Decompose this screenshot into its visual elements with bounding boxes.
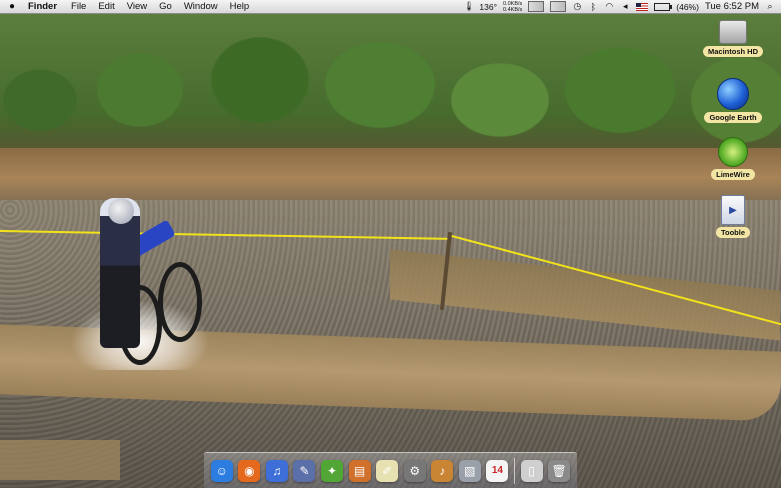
desktop-wallpaper — [0, 0, 781, 488]
network-graph-icon[interactable] — [528, 1, 545, 12]
desktop-icon-label: Macintosh HD — [702, 46, 763, 57]
dock-xcode-icon[interactable]: ✎ — [293, 459, 316, 482]
menu-go[interactable]: Go — [153, 1, 178, 12]
apple-menu-icon[interactable]: ● — [0, 1, 24, 12]
volume-icon[interactable]: ◂ — [620, 1, 630, 12]
cpu-graph-icon[interactable] — [550, 1, 567, 12]
menu-help[interactable]: Help — [224, 1, 256, 12]
wallpaper-water — [0, 440, 120, 480]
dock-ical-icon[interactable]: 14 — [486, 459, 509, 482]
desktop-icon-label: Google Earth — [704, 112, 762, 123]
thermometer-icon[interactable]: 🌡 — [463, 1, 474, 12]
menu-file[interactable]: File — [65, 1, 92, 12]
network-speed[interactable]: 0.0KB/s 0.4KB/s — [503, 1, 522, 13]
wallpaper-wheel-front — [158, 262, 202, 342]
bluetooth-icon[interactable]: ᛒ — [588, 2, 598, 12]
dock-separator — [513, 457, 515, 484]
dock-trash-icon[interactable]: 🗑 — [548, 459, 571, 482]
input-source-flag-icon[interactable] — [636, 2, 649, 11]
limewire-icon — [718, 137, 748, 167]
desktop-icon-label: Tooble — [715, 227, 751, 238]
desktop-icon-macintosh-hd[interactable]: Macintosh HD — [697, 20, 769, 57]
google-earth-icon — [717, 78, 749, 110]
tooble-icon: ▶ — [721, 195, 745, 225]
dock-presentation-icon[interactable]: ▤ — [348, 459, 371, 482]
menu-app-name[interactable]: Finder — [24, 1, 65, 12]
desktop-icon-label: LimeWire — [711, 169, 755, 180]
desktop-icon-limewire[interactable]: LimeWire — [697, 137, 769, 180]
status-area: 🌡 136° 0.0KB/s 0.4KB/s ◷ ᛒ ◠ ◂ (46%) Tue… — [463, 0, 775, 13]
menu-edit[interactable]: Edit — [92, 1, 120, 12]
desktop-icon-tooble[interactable]: ▶ Tooble — [697, 195, 769, 238]
menu-view[interactable]: View — [121, 1, 153, 12]
temperature-readout[interactable]: 136° — [479, 2, 497, 12]
clock[interactable]: Tue 6:52 PM — [705, 1, 759, 12]
desktop-icon-google-earth[interactable]: Google Earth — [697, 78, 769, 123]
dock-preview-icon[interactable]: ▧ — [458, 459, 481, 482]
hard-drive-icon — [719, 20, 747, 44]
dock-text-editor-icon[interactable]: ✐ — [376, 459, 399, 482]
wallpaper-trees — [0, 10, 781, 160]
menu-window[interactable]: Window — [178, 1, 224, 12]
dock-limewire-icon[interactable]: ✦ — [321, 459, 344, 482]
dock-finder-icon[interactable]: ☺ — [210, 459, 233, 482]
battery-icon[interactable] — [654, 2, 673, 11]
dock: ☺ ◉ ♫ ✎ ✦ ▤ ✐ ⚙ ♪ ▧ 14 ▯ 🗑 — [204, 452, 577, 488]
battery-percent[interactable]: (46%) — [676, 2, 699, 12]
network-up-rate: 0.4KB/s — [503, 6, 523, 13]
dock-firefox-icon[interactable]: ◉ — [238, 459, 261, 482]
wallpaper-helmet — [108, 198, 134, 224]
wifi-icon[interactable]: ◠ — [604, 1, 614, 12]
dock-documents-icon[interactable]: ▯ — [520, 459, 543, 482]
dock-itunes-icon[interactable]: ♫ — [265, 459, 288, 482]
dock-system-preferences-icon[interactable]: ⚙ — [403, 459, 426, 482]
menu-bar: ● Finder File Edit View Go Window Help 🌡… — [0, 0, 781, 14]
dock-garageband-icon[interactable]: ♪ — [431, 459, 454, 482]
time-machine-icon[interactable]: ◷ — [572, 1, 582, 12]
spotlight-search-icon[interactable]: ⌕ — [765, 1, 775, 12]
